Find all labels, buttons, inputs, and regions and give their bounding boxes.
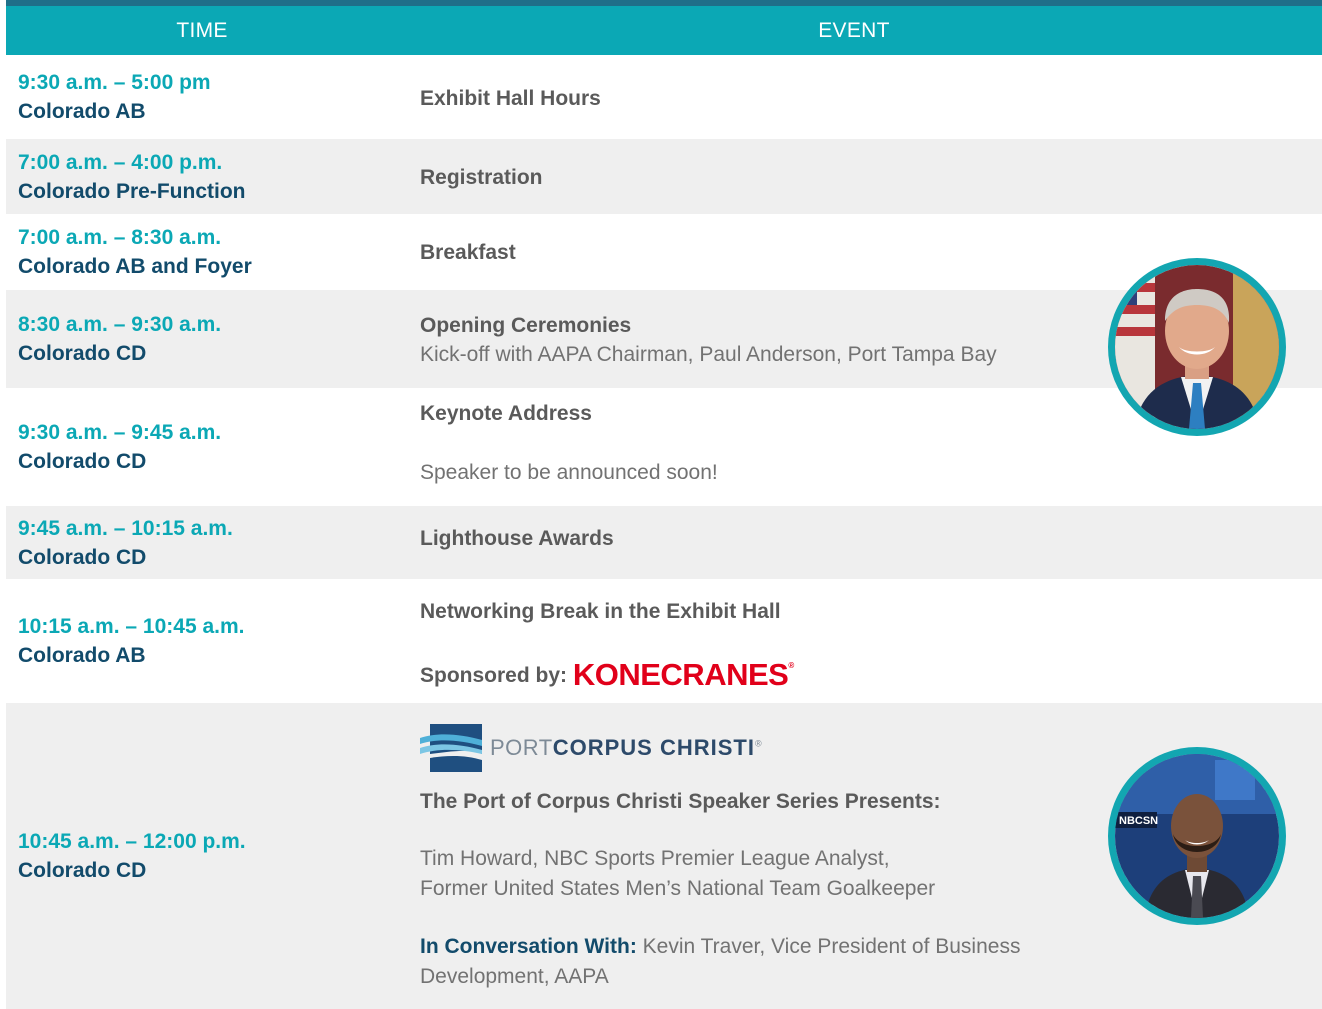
svg-text:NBCSN: NBCSN xyxy=(1119,815,1158,827)
row-location: Colorado AB xyxy=(18,100,146,123)
row-location: Colorado CD xyxy=(18,545,147,569)
event-detail-line2: Former United States Men’s National Team… xyxy=(420,877,936,900)
header-event: EVENT xyxy=(818,18,890,42)
event-detail-line1: Tim Howard, NBC Sports Premier League An… xyxy=(420,847,890,870)
row-location: Colorado Pre-Function xyxy=(18,179,246,203)
table-row: 7:00 a.m. – 4:00 p.m. Colorado Pre-Funct… xyxy=(6,139,1322,214)
pcc-logo-text: PORTCORPUS CHRISTI® xyxy=(490,735,763,760)
event-title: Lighthouse Awards xyxy=(420,527,614,550)
event-title: Keynote Address xyxy=(420,402,592,425)
sponsor-label: Sponsored by: xyxy=(420,664,568,687)
event-title: Opening Ceremonies xyxy=(420,314,632,337)
konecranes-logo: KONECRANES xyxy=(572,657,789,692)
schedule-table: TIME EVENT xyxy=(6,0,1322,55)
row-location: Colorado CD xyxy=(18,859,147,882)
event-title: Exhibit Hall Hours xyxy=(420,87,601,110)
speaker-photo-tim-howard: NBCSN xyxy=(1108,747,1286,925)
table-row: 9:30 a.m. – 5:00 pm Colorado AB Exhibit … xyxy=(6,55,1322,139)
row-time: 9:30 a.m. – 9:45 a.m. xyxy=(18,421,222,444)
table-row: 9:30 a.m. – 9:45 a.m. Colorado CD Keynot… xyxy=(6,388,1322,506)
event-detail: Speaker to be announced soon! xyxy=(420,461,718,484)
row-location: Colorado AB xyxy=(18,644,146,667)
row-location: Colorado CD xyxy=(18,342,147,365)
row-time: 7:00 a.m. – 4:00 p.m. xyxy=(18,150,223,174)
row-time: 7:00 a.m. – 8:30 a.m. xyxy=(18,226,222,249)
portrait-man-suit-flags xyxy=(1115,265,1279,429)
conversation-line2: Development, AAPA xyxy=(420,965,609,988)
row-time: 9:30 a.m. – 5:00 pm xyxy=(18,71,211,94)
event-title: The Port of Corpus Christi Speaker Serie… xyxy=(420,790,941,813)
header-time: TIME xyxy=(176,18,228,42)
sponsor-line: Sponsored by: KONECRANES® xyxy=(420,651,794,690)
row-time: 10:15 a.m. – 10:45 a.m. xyxy=(18,615,245,638)
conversation-text: Kevin Traver, Vice President of Business xyxy=(636,935,1021,958)
row-location: Colorado CD xyxy=(18,450,147,473)
registered-mark: ® xyxy=(788,661,795,670)
table-row: 9:45 a.m. – 10:15 a.m. Colorado CD Light… xyxy=(6,506,1322,579)
conversation-line1: In Conversation With: Kevin Traver, Vice… xyxy=(420,932,1020,962)
event-title: Registration xyxy=(420,166,543,189)
row-location: Colorado AB and Foyer xyxy=(18,255,252,278)
event-detail: Kick-off with AAPA Chairman, Paul Anders… xyxy=(420,343,997,366)
table-row: 7:00 a.m. – 8:30 a.m. Colorado AB and Fo… xyxy=(6,214,1322,290)
speaker-photo-chairman xyxy=(1108,258,1286,436)
wave-flag-logo-icon xyxy=(420,724,482,772)
row-time: 9:45 a.m. – 10:15 a.m. xyxy=(18,516,233,540)
table-row: 10:15 a.m. – 10:45 a.m. Colorado AB Netw… xyxy=(6,579,1322,703)
table-header: TIME EVENT xyxy=(6,6,1322,55)
portrait-man-nbcsn-studio: NBCSN xyxy=(1115,754,1279,918)
event-title: Breakfast xyxy=(420,241,516,264)
conversation-label: In Conversation With: xyxy=(420,935,637,958)
port-corpus-christi-logo: PORTCORPUS CHRISTI® xyxy=(420,724,762,772)
event-title: Networking Break in the Exhibit Hall xyxy=(420,600,781,623)
row-time: 10:45 a.m. – 12:00 p.m. xyxy=(18,830,246,853)
row-time: 8:30 a.m. – 9:30 a.m. xyxy=(18,313,222,336)
